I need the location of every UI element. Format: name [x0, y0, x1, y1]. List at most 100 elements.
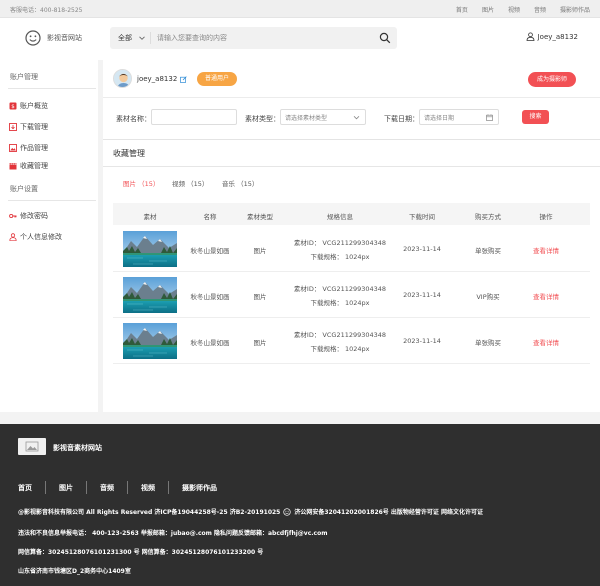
sidebar-item-label: 修改密码: [20, 212, 48, 220]
purchase-method: 单张购买: [475, 247, 501, 255]
material-id: 素材ID： VCG211299304348: [293, 239, 387, 247]
search-input[interactable]: [157, 34, 367, 42]
svg-text:$: $: [11, 104, 15, 110]
sidebar-item-label: 收藏管理: [20, 162, 48, 170]
column-header: 操作: [539, 213, 553, 221]
mountain-lake-thumbnail-icon: [123, 323, 177, 359]
material-thumbnail[interactable]: [123, 323, 177, 359]
footer-nav-images[interactable]: 图片: [59, 483, 73, 493]
header: 影视音网站 全部 Joey_a8132: [0, 18, 600, 60]
user-icon: [526, 32, 534, 41]
material-type: 图片: [253, 247, 267, 255]
title-divider: [103, 166, 600, 167]
footer-license-text: 济公网安备32041202001826号 出版物经营许可证 网络文化许可证: [294, 509, 483, 516]
table-row: 秋冬山景如画 图片 素材ID： VCG211299304348 下载规格： 10…: [113, 272, 590, 318]
image-placeholder-icon: [25, 441, 39, 452]
top-nav-images[interactable]: 图片: [482, 5, 494, 14]
view-details-link[interactable]: 查看详情: [533, 291, 559, 301]
material-type-label: 素材类型：: [245, 115, 280, 123]
filter-search-button[interactable]: 搜索: [522, 110, 549, 124]
mountain-lake-thumbnail-icon: [123, 231, 177, 267]
sidebar-item-account-overview[interactable]: $ 账户概览: [9, 101, 48, 111]
edit-icon[interactable]: [180, 75, 187, 83]
account-overview-icon: $: [9, 102, 17, 110]
download-time: 2023-11-14: [403, 245, 441, 253]
search-category-select[interactable]: 全部: [118, 33, 132, 43]
page-title: 收藏管理: [113, 149, 145, 158]
chevron-down-icon: [353, 116, 360, 120]
column-header: 素材类型: [247, 213, 273, 221]
profile-username: joey_a8132: [137, 75, 187, 83]
footer-nav-divider: [86, 481, 87, 494]
top-nav-photographer-works[interactable]: 摄影师作品: [560, 5, 590, 14]
filter-bar: 素材名称： 素材类型： 请选择素材类型 下载日期： 请选择日期 搜索: [103, 98, 600, 140]
key-icon: [9, 213, 17, 219]
tab-videos[interactable]: 视频 （15）: [172, 178, 208, 188]
table-header: 素材 名称 素材类型 规格信息 下载时间 购买方式 操作: [113, 203, 590, 225]
main-content: joey_a8132 普通用户 成为摄影师 素材名称： 素材类型： 请选择素材类…: [103, 60, 600, 412]
footer-nav-photographer-works[interactable]: 摄影师作品: [182, 483, 217, 493]
footer-nav-divider: [45, 481, 46, 494]
sidebar-item-works-management[interactable]: 作品管理: [9, 143, 48, 153]
column-header: 素材: [143, 213, 157, 221]
view-details-link[interactable]: 查看详情: [533, 337, 559, 347]
sidebar-item-favorites-management[interactable]: 收藏管理: [9, 161, 48, 171]
footer-logo[interactable]: [18, 438, 46, 455]
avatar-illustration-icon: [114, 70, 131, 87]
footer-nav-videos[interactable]: 视频: [141, 483, 155, 493]
material-id: 素材ID： VCG211299304348: [293, 285, 387, 293]
sidebar-item-edit-profile[interactable]: 个人信息修改: [9, 232, 62, 242]
download-date-label: 下载日期：: [384, 115, 419, 123]
purchase-method: 单张购买: [475, 339, 501, 347]
material-name: 秋冬山景如画: [190, 339, 230, 347]
sidebar-item-label: 下载管理: [20, 123, 48, 131]
sidebar-item-change-password[interactable]: 修改密码: [9, 211, 48, 221]
top-nav: 首页 图片 视频 音频 摄影师作品: [442, 5, 590, 14]
sidebar-divider: [8, 200, 96, 201]
table-row: 秋冬山景如画 图片 素材ID： VCG211299304348 下载规格： 10…: [113, 226, 590, 272]
sidebar-item-label: 账户概览: [20, 102, 48, 110]
tab-images[interactable]: 图片 （15）: [123, 178, 159, 188]
download-icon: [9, 123, 17, 131]
site-logo-text: 影视音网站: [47, 34, 82, 42]
user-menu[interactable]: Joey_a8132: [526, 32, 578, 41]
clapperboard-icon: [9, 163, 17, 170]
image-icon: [9, 144, 17, 152]
download-spec: 下载规格： 1024px: [310, 253, 370, 261]
footer-address-line: 山东省济南市钱塘区D_2商务中心1409室: [18, 568, 131, 575]
material-thumbnail[interactable]: [123, 277, 177, 313]
footer-nav-home[interactable]: 首页: [18, 483, 32, 493]
chevron-down-icon[interactable]: [138, 34, 146, 42]
material-name-input[interactable]: [151, 109, 237, 125]
calendar-icon: [486, 114, 493, 121]
sidebar-item-download-management[interactable]: 下载管理: [9, 122, 48, 132]
site-logo[interactable]: 影视音网站: [25, 30, 82, 46]
search-icon[interactable]: [379, 32, 391, 44]
user-icon: [9, 233, 17, 241]
footer: 影视音素材网站 首页 图片 音频 视频 摄影师作品 @影视影音科技有限公司 Al…: [0, 424, 600, 586]
search-divider: [150, 32, 151, 44]
top-nav-home[interactable]: 首页: [456, 5, 468, 14]
top-bar: 客服电话：400-818-2525 首页 图片 视频 音频 摄影师作品: [0, 0, 600, 18]
search-bar: 全部: [110, 27, 397, 49]
download-time: 2023-11-14: [403, 337, 441, 345]
footer-copyright-text: @影视影音科技有限公司 All Rights Reserved 济ICP备190…: [18, 509, 281, 516]
download-spec: 下载规格： 1024px: [310, 345, 370, 353]
material-type-select[interactable]: 请选择素材类型: [280, 109, 366, 125]
footer-nav-audio[interactable]: 音频: [100, 483, 114, 493]
download-date-picker[interactable]: 请选择日期: [419, 109, 499, 125]
material-thumbnail[interactable]: [123, 231, 177, 267]
tab-music[interactable]: 音乐 （15）: [222, 178, 258, 188]
top-nav-videos[interactable]: 视频: [508, 5, 520, 14]
sidebar-divider: [8, 88, 96, 89]
view-details-link[interactable]: 查看详情: [533, 245, 559, 255]
footer-report-line: 违法和不良信息举报电话： 400-123-2563 举报邮箱：jubao@.co…: [18, 530, 328, 537]
become-photographer-button[interactable]: 成为摄影师: [528, 72, 576, 87]
material-name: 秋冬山景如画: [190, 247, 230, 255]
sidebar-section-account-management: 账户管理: [10, 73, 38, 81]
footer-filing-line: 网信算备：30245128076101231300 号 网信算备：3024512…: [18, 549, 264, 556]
top-nav-audio[interactable]: 音频: [534, 5, 546, 14]
material-type: 图片: [253, 339, 267, 347]
avatar[interactable]: [113, 69, 132, 88]
mountain-lake-thumbnail-icon: [123, 277, 177, 313]
